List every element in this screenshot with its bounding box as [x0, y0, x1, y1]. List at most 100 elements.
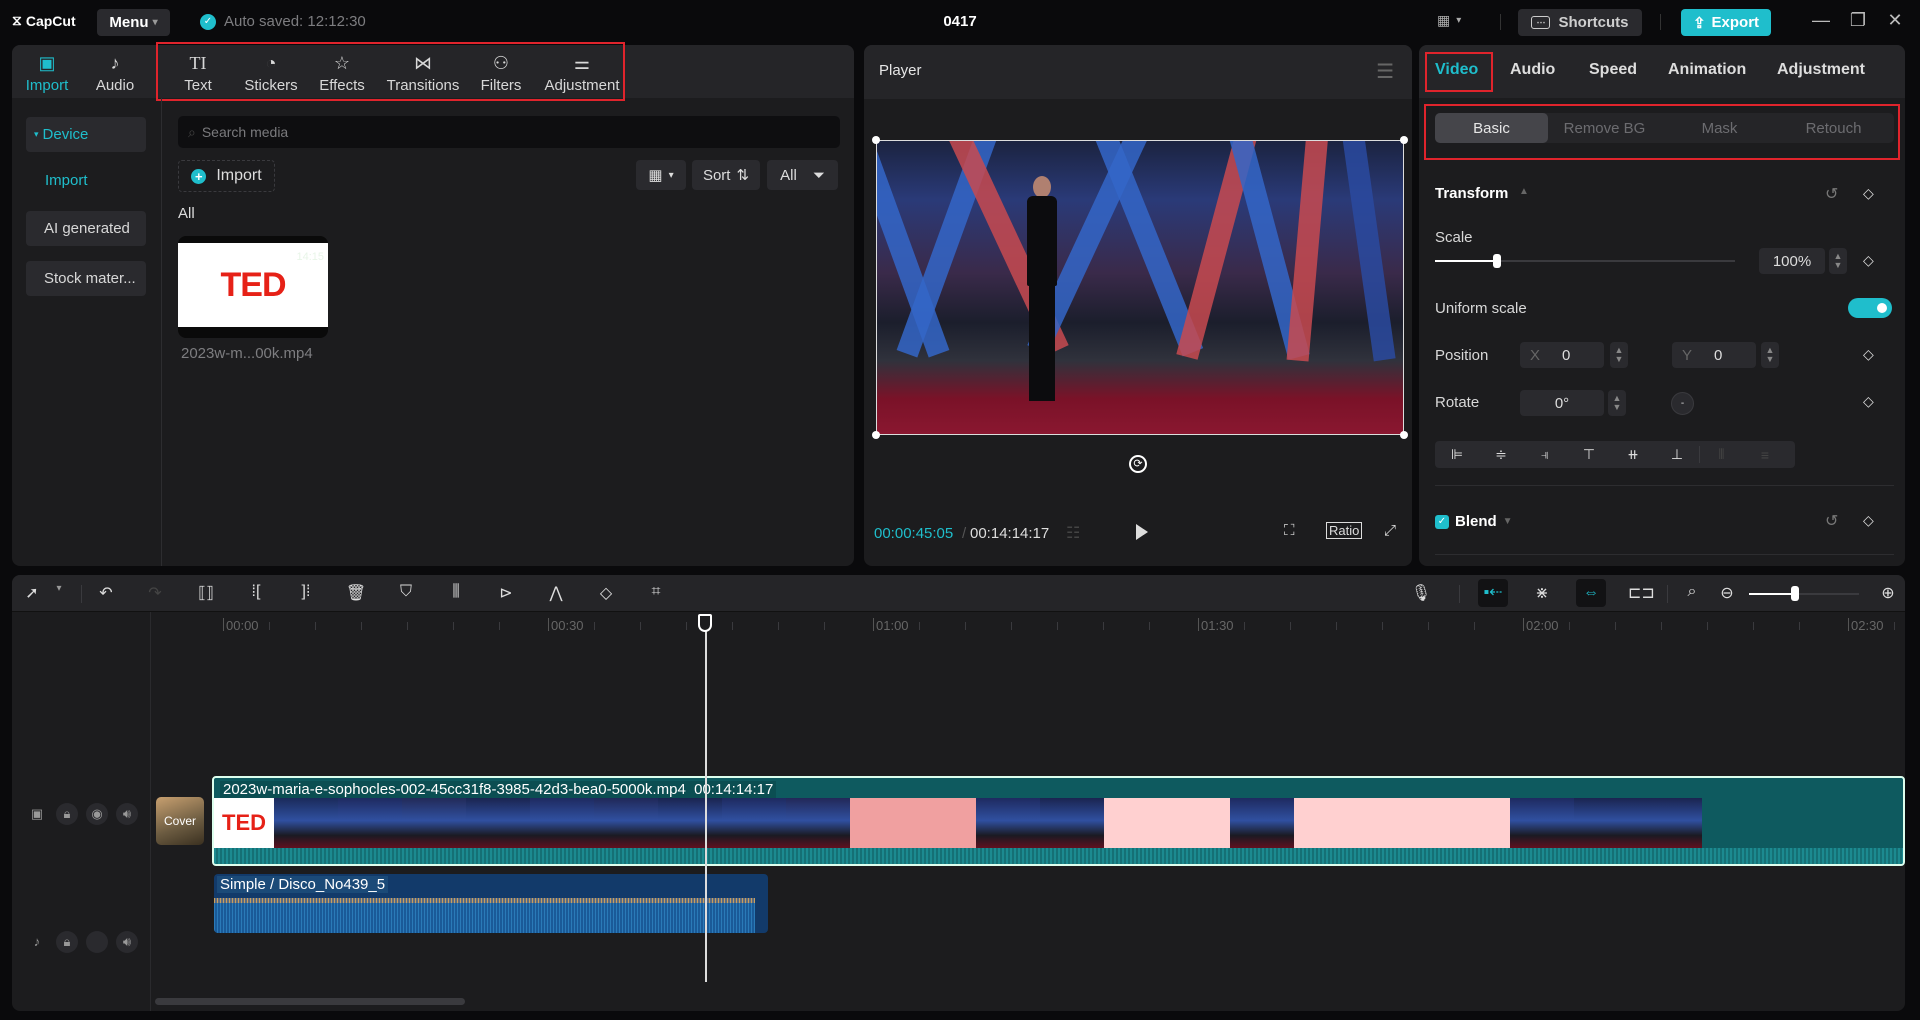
position-y-input[interactable]: Y0 — [1672, 342, 1756, 368]
timeline-horizontal-scrollbar[interactable] — [155, 998, 465, 1005]
clip-frame — [1510, 798, 1574, 848]
align-center-v-icon[interactable]: ⧺ — [1611, 446, 1655, 463]
auto-snap-icon[interactable]: ⋇ — [1530, 583, 1554, 603]
scale-slider-thumb[interactable] — [1493, 254, 1501, 268]
split-icon[interactable]: ⟦⟧ — [194, 583, 218, 603]
zoom-out-icon[interactable]: ⊖ — [1715, 583, 1739, 603]
delete-icon[interactable]: 🗑 — [344, 583, 368, 603]
playhead-line[interactable] — [705, 622, 707, 982]
hamburger-menu-icon[interactable]: ☰ — [1376, 59, 1394, 84]
timeline-ruler[interactable]: 00:00 00:30 01:00 01:30 02:00 02:30 — [151, 612, 1905, 636]
speaker-figure — [1017, 176, 1067, 426]
speaker-icon[interactable]: 🔊︎ — [116, 931, 138, 953]
keyframe-icon[interactable]: ◇ — [1863, 512, 1874, 529]
tab-adjustment[interactable]: Adjustment — [1777, 61, 1865, 79]
lock-icon[interactable]: 🔒︎ — [56, 803, 78, 825]
cover-thumbnail[interactable]: Cover — [156, 797, 204, 845]
import-button[interactable]: + Import — [178, 160, 275, 192]
export-button[interactable]: ⇪ Export — [1681, 9, 1771, 36]
reset-icon[interactable]: ↺ — [1825, 184, 1838, 204]
align-bottom-icon[interactable]: ⊥ — [1655, 446, 1699, 463]
blend-checkbox[interactable]: ✓ — [1435, 514, 1449, 529]
filter-button[interactable]: All ⏷ — [767, 160, 838, 190]
split-left-icon[interactable]: ⁞[ — [244, 583, 268, 601]
video-clip[interactable]: TED 2023w-maria-e-sophocles-002-45cc31f8… — [212, 776, 1905, 866]
scale-stepper[interactable]: ▲ ▼ — [1829, 248, 1847, 274]
keyframe-icon[interactable]: ◇ — [1863, 252, 1874, 269]
split-right-icon[interactable]: ]⁞ — [294, 583, 318, 601]
scale-input[interactable]: 100% — [1759, 248, 1825, 274]
transform-title[interactable]: Transform — [1435, 185, 1508, 202]
align-top-icon[interactable]: ⊤ — [1567, 446, 1611, 463]
tab-audio[interactable]: ♪ Audio — [84, 49, 146, 97]
resize-handle[interactable] — [872, 431, 880, 439]
crop-icon[interactable]: ⌗ — [644, 583, 668, 601]
sidebar-item-ai-generated[interactable]: AI generated — [26, 211, 146, 246]
zoom-fit-icon[interactable]: ⛶ — [1284, 522, 1295, 539]
play-button[interactable] — [1136, 524, 1148, 540]
audio-clip[interactable]: Simple / Disco_No439_5 — [214, 874, 768, 933]
layout-button[interactable]: ▦ ▾ — [1437, 12, 1461, 29]
tab-animation[interactable]: Animation — [1668, 61, 1746, 79]
marker-icon[interactable]: ⛉ — [394, 583, 418, 601]
tab-speed[interactable]: Speed — [1589, 61, 1637, 79]
zoom-to-fit-icon[interactable]: ⌕ — [1680, 583, 1704, 601]
freeze-icon[interactable]: ⫼ — [444, 583, 468, 601]
reverse-icon[interactable]: ⊳ — [494, 583, 518, 603]
zoom-in-icon[interactable]: ⊕ — [1876, 583, 1900, 603]
rotate-stepper[interactable]: ▲ ▼ — [1608, 390, 1626, 416]
rotate-input[interactable]: 0° — [1520, 390, 1604, 416]
microphone-icon[interactable]: 🎙 — [1409, 583, 1433, 603]
sidebar-item-import[interactable]: Import — [45, 172, 88, 189]
rotate-icon[interactable]: ◇ — [594, 583, 618, 603]
align-left-icon[interactable]: ⊫ — [1435, 446, 1479, 463]
media-item[interactable]: TED 14:15 — [178, 236, 328, 338]
blend-section[interactable]: ✓ Blend ▼ — [1435, 513, 1513, 530]
sort-button[interactable]: Sort ⇅ — [692, 160, 760, 190]
close-button[interactable]: ✕ — [1880, 10, 1910, 31]
ratio-button[interactable]: Ratio — [1326, 522, 1363, 539]
sidebar-item-stock-material[interactable]: Stock mater... — [26, 261, 146, 296]
search-input[interactable]: ⌕ Search media — [178, 116, 840, 148]
playhead-handle[interactable] — [698, 614, 712, 632]
fullscreen-icon[interactable]: ⤢ — [1384, 522, 1396, 539]
tab-import[interactable]: ▣ Import — [16, 49, 78, 97]
view-mode-button[interactable]: ▦ ▾ — [636, 160, 686, 190]
shortcuts-button[interactable]: ⋯ Shortcuts — [1518, 9, 1642, 36]
align-center-h-icon[interactable]: ≑ — [1479, 446, 1523, 463]
position-y-stepper[interactable]: ▲ ▼ — [1761, 342, 1779, 368]
linkage-icon[interactable]: ⇔ — [1576, 579, 1606, 607]
align-right-icon[interactable]: ⫣ — [1523, 446, 1567, 463]
tab-audio[interactable]: Audio — [1510, 61, 1555, 79]
ruler-major-tick — [1848, 618, 1849, 631]
resize-handle[interactable] — [872, 136, 880, 144]
video-preview[interactable] — [876, 140, 1404, 435]
resize-handle[interactable] — [1400, 136, 1408, 144]
minimize-button[interactable]: — — [1806, 10, 1836, 31]
distribute-h-icon[interactable]: ⦀ — [1699, 446, 1743, 463]
eye-icon[interactable]: ◉ — [86, 803, 108, 825]
uniform-scale-toggle[interactable] — [1848, 298, 1892, 318]
maximize-button[interactable]: ❐ — [1843, 10, 1873, 31]
timeline-zoom-thumb[interactable] — [1791, 586, 1799, 601]
sidebar-item-device[interactable]: ▾ Device — [26, 117, 146, 152]
mirror-icon[interactable]: ⋀ — [544, 583, 568, 603]
speaker-icon[interactable]: 🔊︎ — [116, 803, 138, 825]
undo-icon[interactable]: ↶ — [94, 583, 118, 603]
position-x-stepper[interactable]: ▲ ▼ — [1610, 342, 1628, 368]
distribute-v-icon[interactable]: ≡ — [1743, 447, 1787, 463]
keyframe-icon[interactable]: ◇ — [1863, 346, 1874, 363]
reset-icon[interactable]: ↺ — [1825, 511, 1838, 531]
position-x-input[interactable]: X0 — [1520, 342, 1604, 368]
resize-handle[interactable] — [1400, 431, 1408, 439]
main-track-magnet-icon[interactable]: ▪⇠ — [1478, 579, 1508, 607]
select-tool-icon[interactable]: ➚ — [20, 583, 44, 603]
preview-axis-icon[interactable]: ⊏⊐ — [1628, 583, 1655, 603]
rotate-dial[interactable]: - — [1671, 392, 1694, 415]
rotate-handle-icon[interactable]: ⟳ — [1129, 455, 1147, 473]
keyframe-icon[interactable]: ◇ — [1863, 185, 1874, 202]
chevron-down-icon[interactable]: ▾ — [47, 583, 71, 594]
keyframe-icon[interactable]: ◇ — [1863, 393, 1874, 410]
lock-icon[interactable]: 🔒︎ — [56, 931, 78, 953]
redo-icon[interactable]: ↷ — [143, 583, 167, 603]
